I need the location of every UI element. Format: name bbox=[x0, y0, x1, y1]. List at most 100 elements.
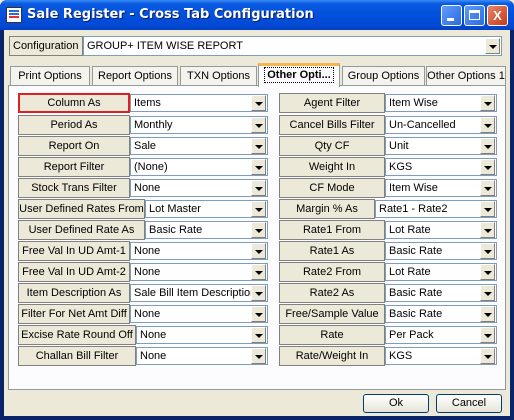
chevron-down-icon[interactable] bbox=[480, 306, 495, 322]
report-filter-label: Report Filter bbox=[18, 157, 130, 177]
chevron-down-icon[interactable] bbox=[251, 159, 266, 175]
chevron-down-icon[interactable] bbox=[480, 117, 495, 133]
tab-label: Report Options bbox=[98, 70, 172, 82]
tab-txn-options[interactable]: TXN Options bbox=[180, 66, 257, 86]
user-defined-rate-as-label: User Defined Rate As bbox=[18, 220, 145, 240]
tab-other-options-1[interactable]: Other Options 1 bbox=[426, 66, 506, 86]
tab-label: Other Options 1 bbox=[427, 70, 505, 82]
select-value: None bbox=[134, 245, 161, 257]
chevron-down-icon[interactable] bbox=[251, 243, 266, 259]
rate-weight-in-select[interactable]: KGS bbox=[385, 347, 497, 365]
tab-label: Group Options bbox=[347, 70, 420, 82]
select-value: None bbox=[140, 329, 167, 341]
filter-net-amt-diff-select[interactable]: None bbox=[130, 305, 268, 323]
chevron-down-icon[interactable] bbox=[251, 348, 266, 364]
chevron-down-icon[interactable] bbox=[251, 180, 266, 196]
chevron-down-icon[interactable] bbox=[480, 348, 495, 364]
free-sample-value-label: Free/Sample Value bbox=[279, 304, 385, 324]
cf-mode-select[interactable]: Item Wise bbox=[385, 179, 497, 197]
period-as-select[interactable]: Monthly bbox=[130, 116, 268, 134]
ok-button[interactable]: Ok bbox=[363, 394, 429, 413]
stock-trans-filter-select[interactable]: None bbox=[130, 179, 268, 197]
tab-report-options[interactable]: Report Options bbox=[92, 66, 178, 86]
tab-group-options[interactable]: Group Options bbox=[342, 66, 425, 86]
chevron-down-icon[interactable] bbox=[251, 201, 266, 217]
chevron-down-icon[interactable] bbox=[480, 264, 495, 280]
chevron-down-icon[interactable] bbox=[251, 264, 266, 280]
chevron-down-icon[interactable] bbox=[480, 222, 495, 238]
rate1-as-select[interactable]: Basic Rate bbox=[385, 242, 497, 260]
qty-cf-label: Qty CF bbox=[279, 136, 385, 156]
excise-rate-round-off-select[interactable]: None bbox=[136, 326, 268, 344]
chevron-down-icon[interactable] bbox=[251, 117, 266, 133]
report-on-select[interactable]: Sale bbox=[130, 137, 268, 155]
chevron-down-icon[interactable] bbox=[251, 222, 266, 238]
chevron-down-icon[interactable] bbox=[251, 306, 266, 322]
maximize-button[interactable] bbox=[464, 5, 485, 26]
column-as-select[interactable]: Items bbox=[130, 94, 268, 112]
chevron-down-icon[interactable] bbox=[480, 243, 495, 259]
rate-select[interactable]: Per Pack bbox=[385, 326, 497, 344]
report-filter-select[interactable]: (None) bbox=[130, 158, 268, 176]
title-bar[interactable]: Sale Register - Cross Tab Configuration … bbox=[0, 0, 514, 30]
chevron-down-icon[interactable] bbox=[251, 138, 266, 154]
challan-bill-filter-label: Challan Bill Filter bbox=[18, 346, 136, 366]
options-panel: Column As Items Period As Monthly Report… bbox=[8, 85, 506, 390]
qty-cf-select[interactable]: Unit bbox=[385, 137, 497, 155]
chevron-down-icon[interactable] bbox=[480, 138, 495, 154]
rate2-as-select[interactable]: Basic Rate bbox=[385, 284, 497, 302]
chevron-down-icon[interactable] bbox=[480, 159, 495, 175]
chevron-down-icon[interactable] bbox=[251, 327, 266, 343]
cancel-bills-filter-select[interactable]: Un-Cancelled bbox=[385, 116, 497, 134]
rate2-from-label: Rate2 From bbox=[279, 262, 385, 282]
select-value: Lot Rate bbox=[389, 266, 431, 278]
select-value: Items bbox=[134, 97, 161, 109]
select-value: KGS bbox=[389, 350, 413, 362]
user-defined-rates-from-select[interactable]: Lot Master bbox=[145, 200, 268, 218]
weight-in-select[interactable]: KGS bbox=[385, 158, 497, 176]
agent-filter-select[interactable]: Item Wise bbox=[385, 94, 497, 112]
margin-pct-as-select[interactable]: Rate1 - Rate2 bbox=[375, 200, 497, 218]
select-value: None bbox=[134, 182, 161, 194]
rate2-from-select[interactable]: Lot Rate bbox=[385, 263, 497, 281]
rate1-as-label: Rate1 As bbox=[279, 241, 385, 261]
user-defined-rate-as-select[interactable]: Basic Rate bbox=[145, 221, 268, 239]
select-value: None bbox=[140, 350, 167, 362]
configuration-select[interactable]: GROUP+ ITEM WISE REPORT bbox=[83, 36, 502, 56]
excise-rate-round-off-label: Excise Rate Round Off bbox=[18, 325, 136, 345]
rate1-from-select[interactable]: Lot Rate bbox=[385, 221, 497, 239]
challan-bill-filter-select[interactable]: None bbox=[136, 347, 268, 365]
select-value: Basic Rate bbox=[389, 287, 443, 299]
agent-filter-label: Agent Filter bbox=[279, 93, 385, 113]
item-description-as-select[interactable]: Sale Bill Item Description bbox=[130, 284, 268, 302]
select-value: None bbox=[134, 266, 161, 278]
select-value: Monthly bbox=[134, 119, 173, 131]
dialog-body: Configuration GROUP+ ITEM WISE REPORT Pr… bbox=[4, 30, 510, 416]
chevron-down-icon[interactable] bbox=[480, 285, 495, 301]
cancel-bills-filter-label: Cancel Bills Filter bbox=[279, 115, 385, 135]
select-value: Basic Rate bbox=[389, 245, 443, 257]
chevron-down-icon[interactable] bbox=[485, 38, 500, 54]
tab-print-options[interactable]: Print Options bbox=[10, 66, 90, 86]
free-val-ud-amt-1-select[interactable]: None bbox=[130, 242, 268, 260]
chevron-down-icon[interactable] bbox=[251, 285, 266, 301]
close-icon: X bbox=[493, 8, 502, 23]
chevron-down-icon[interactable] bbox=[480, 201, 495, 217]
cf-mode-label: CF Mode bbox=[279, 178, 385, 198]
tab-other-options[interactable]: Other Opti... bbox=[258, 63, 340, 87]
chevron-down-icon[interactable] bbox=[480, 95, 495, 111]
column-as-label: Column As bbox=[18, 93, 130, 113]
free-val-ud-amt-2-select[interactable]: None bbox=[130, 263, 268, 281]
select-value: (None) bbox=[134, 161, 168, 173]
rate1-from-label: Rate1 From bbox=[279, 220, 385, 240]
select-value: Lot Rate bbox=[389, 224, 431, 236]
free-sample-value-select[interactable]: Basic Rate bbox=[385, 305, 497, 323]
chevron-down-icon[interactable] bbox=[480, 180, 495, 196]
chevron-down-icon[interactable] bbox=[480, 327, 495, 343]
minimize-button[interactable] bbox=[441, 5, 462, 26]
chevron-down-icon[interactable] bbox=[251, 95, 266, 111]
maximize-icon bbox=[469, 10, 480, 20]
close-button[interactable]: X bbox=[487, 5, 508, 26]
cancel-button[interactable]: Cancel bbox=[436, 394, 502, 413]
rate-weight-in-label: Rate/Weight In bbox=[279, 346, 385, 366]
